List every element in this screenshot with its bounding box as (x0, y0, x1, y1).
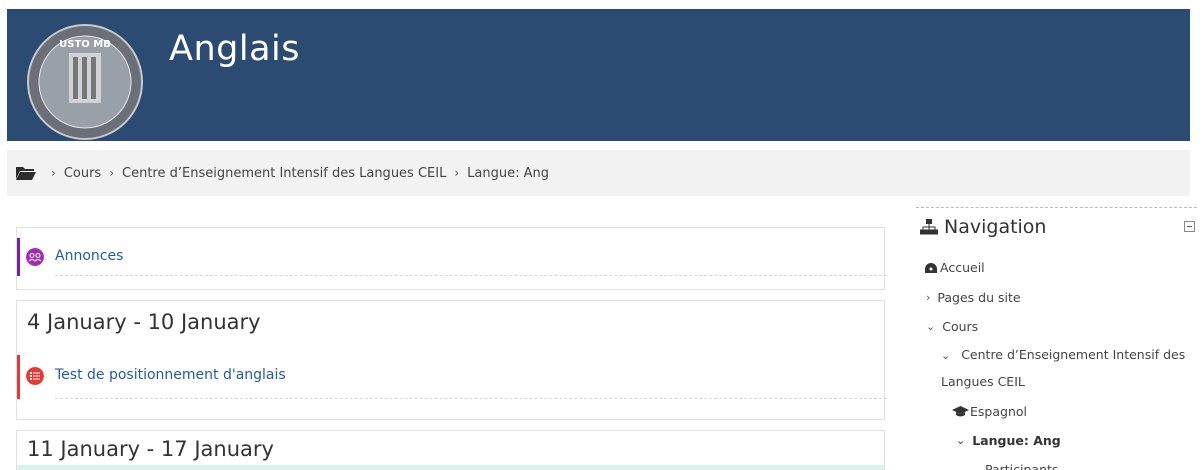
breadcrumb: › Cours › Centre d’Enseignement Intensif… (7, 150, 1190, 196)
activity-accent-bar (17, 355, 20, 399)
nav-item-site-pages[interactable]: › Pages du site (926, 290, 1021, 305)
chevron-right-icon: › (51, 166, 56, 180)
section-title: 11 January - 17 January (27, 437, 274, 461)
dashboard-icon (925, 262, 937, 273)
quiz-icon (26, 367, 44, 385)
university-logo: USTO MB (27, 24, 143, 140)
section-title: 4 January - 10 January (27, 310, 261, 334)
chevron-down-icon: ⌄ (926, 320, 936, 333)
nav-item-label: Participants (985, 462, 1059, 470)
activity-forum[interactable]: Annonces (17, 238, 887, 276)
course-header: USTO MB Anglais (7, 9, 1190, 141)
divider (55, 275, 887, 276)
breadcrumb-link-cours[interactable]: Cours (64, 166, 101, 181)
chevron-down-icon: ⌄ (941, 349, 951, 362)
sitemap-icon (920, 219, 938, 235)
nav-item-langue-ang[interactable]: ⌄ Langue: Ang (956, 433, 1061, 448)
nav-item-label: Centre d’Enseignement Intensif des Langu… (941, 347, 1186, 389)
forum-icon (26, 248, 44, 266)
section-week-2: 11 January - 17 January (16, 430, 885, 470)
nav-item-label: Accueil (940, 260, 985, 275)
course-title: Anglais (169, 29, 300, 69)
nav-item-label: Cours (942, 319, 979, 334)
chevron-right-icon: › (109, 166, 115, 180)
chevron-down-icon: ⌄ (956, 434, 966, 447)
activity-link-test[interactable]: Test de positionnement d'anglais (55, 367, 286, 383)
folder-icon[interactable] (15, 165, 37, 181)
breadcrumb-link-langue[interactable]: Langue: Ang (467, 166, 549, 181)
nav-item-label: Espagnol (970, 404, 1027, 419)
activity-quiz[interactable]: Test de positionnement d'anglais (17, 355, 887, 399)
chevron-right-icon: › (926, 291, 931, 304)
navigation-block: Navigation Accueil › Pages du site ⌄ Cou… (916, 207, 1197, 470)
navigation-header: Navigation (920, 216, 1046, 238)
nav-item-courses[interactable]: ⌄ Cours (926, 319, 978, 334)
breadcrumb-link-ceil[interactable]: Centre d’Enseignement Intensif des Langu… (122, 166, 446, 181)
activity-link-annonces[interactable]: Annonces (55, 248, 123, 264)
navigation-title: Navigation (944, 216, 1047, 238)
collapse-block-button[interactable] (1184, 221, 1195, 232)
nav-item-espagnol[interactable]: Espagnol (952, 404, 1027, 419)
activity-accent-bar (17, 238, 20, 276)
nav-item-home[interactable]: Accueil (924, 260, 985, 275)
nav-item-participants[interactable]: Participants (985, 462, 1058, 470)
section-week-1: 4 January - 10 January Test de positionn… (16, 300, 887, 420)
graduation-cap-icon (952, 406, 969, 417)
chevron-right-icon: › (454, 166, 460, 180)
nav-item-label: Pages du site (937, 290, 1021, 305)
nav-item-label: Langue: Ang (972, 433, 1061, 448)
svg-text:USTO MB: USTO MB (59, 39, 111, 50)
section-general: Annonces (16, 227, 887, 290)
divider (55, 398, 887, 399)
current-week-highlight (17, 465, 884, 470)
nav-item-ceil[interactable]: ⌄ Centre d’Enseignement Intensif des Lan… (941, 342, 1191, 395)
